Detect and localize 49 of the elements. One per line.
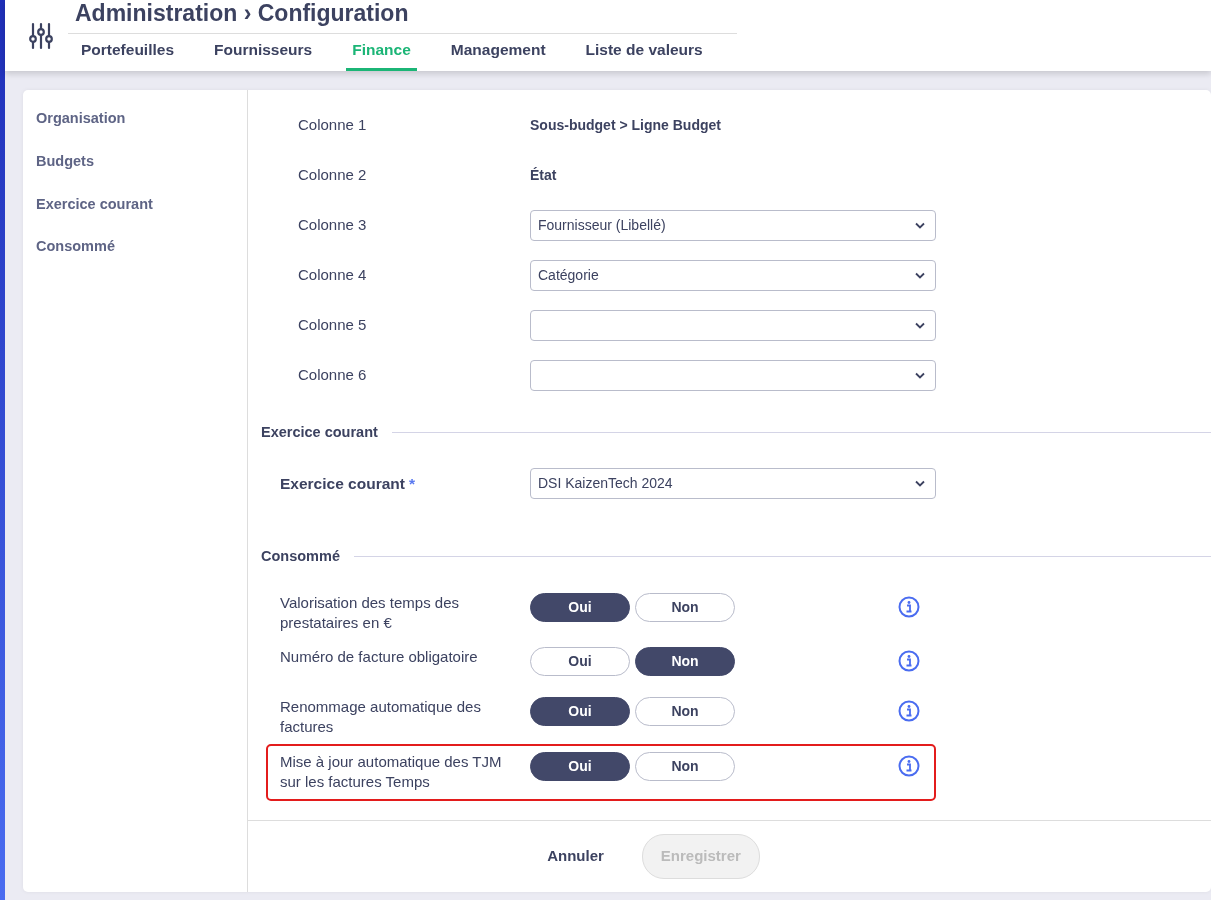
field-label: Colonne 2 <box>297 164 368 185</box>
field-label: Colonne 1 <box>297 114 368 135</box>
required-mark: * <box>408 475 415 493</box>
nav-tab[interactable]: Portefeuilles <box>75 33 181 71</box>
nav-tab[interactable]: Management <box>444 33 552 71</box>
field-label: Colonne 5 <box>297 314 368 335</box>
sidebar-item[interactable]: Budgets <box>36 150 234 173</box>
chevron-down-icon <box>915 221 925 229</box>
toggle-option[interactable]: Non <box>635 751 735 781</box>
sidebar-item[interactable]: Organisation <box>36 108 234 130</box>
select-field[interactable]: Fournisseur (Libellé) <box>530 209 936 241</box>
field-label: Exercice courant <box>280 475 405 493</box>
chevron-down-icon <box>915 321 925 329</box>
info-icon[interactable] <box>898 754 920 777</box>
nav-tab[interactable]: Liste de valeurs <box>579 33 709 71</box>
sidebar-item[interactable]: Exercice courant <box>36 193 234 216</box>
cancel-button[interactable]: Annuler <box>529 835 622 878</box>
sidebar-item[interactable]: Consommé <box>36 236 234 258</box>
select-field[interactable]: DSI KaizenTech 2024 <box>530 468 936 500</box>
chevron-down-icon <box>915 480 925 488</box>
toggle-option[interactable]: Oui <box>530 592 630 622</box>
setting-label: Renommage automatique des factures <box>279 697 482 738</box>
field-label: Colonne 3 <box>297 214 368 235</box>
toggle-option[interactable]: Non <box>635 647 735 676</box>
toggle-option[interactable]: Non <box>635 592 735 622</box>
field-value: Sous-budget > Ligne Budget <box>530 115 721 135</box>
toggle-option[interactable]: Oui <box>530 751 630 781</box>
sliders-icon <box>29 21 53 50</box>
info-icon[interactable] <box>898 595 920 618</box>
select-field[interactable]: Catégorie <box>530 259 936 291</box>
info-icon[interactable] <box>898 700 920 722</box>
info-icon[interactable] <box>898 650 920 672</box>
select-field[interactable] <box>530 359 936 391</box>
toggle-option[interactable]: Oui <box>530 647 630 676</box>
field-label: Colonne 4 <box>297 264 368 285</box>
toggle-option[interactable]: Oui <box>530 697 630 726</box>
setting-label: Valorisation des temps des prestataires en € <box>279 592 460 633</box>
chevron-down-icon <box>915 371 925 379</box>
section-title: Consommé <box>261 546 340 566</box>
setting-label: Mise à jour automatique des TJM sur les factures Temps <box>279 751 503 792</box>
page-title: Administration › Configuration <box>68 0 737 34</box>
field-value: État <box>530 165 557 185</box>
section-title: Exercice courant <box>261 423 378 442</box>
select-field[interactable] <box>530 309 936 341</box>
chevron-down-icon <box>915 271 925 279</box>
setting-label: Numéro de facture obligatoire <box>279 647 479 667</box>
field-label: Colonne 6 <box>297 364 368 385</box>
nav-tab[interactable]: Fournisseurs <box>208 33 319 71</box>
toggle-option[interactable]: Non <box>635 697 735 726</box>
